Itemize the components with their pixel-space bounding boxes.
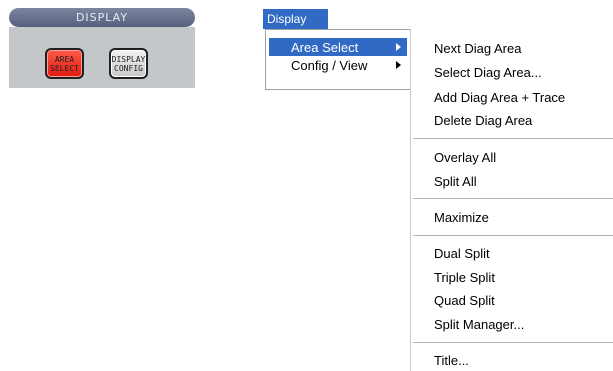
submenu-item-split-all[interactable]: Split All	[434, 171, 477, 191]
menu-display[interactable]: Display	[263, 9, 328, 29]
menu-item-area-select[interactable]: Area Select	[269, 38, 407, 56]
menu-item-config-view[interactable]: Config / View	[269, 56, 407, 74]
submenu-item-quad-split[interactable]: Quad Split	[434, 290, 495, 310]
submenu-item-triple-split[interactable]: Triple Split	[434, 267, 495, 287]
menu-item-label: Config / View	[291, 57, 368, 73]
submenu-item-add-diag-area-trace[interactable]: Add Diag Area + Trace	[434, 87, 565, 107]
submenu-item-next-diag-area[interactable]: Next Diag Area	[434, 38, 521, 58]
submenu-item-dual-split[interactable]: Dual Split	[434, 243, 490, 263]
submenu-item-delete-diag-area[interactable]: Delete Diag Area	[434, 110, 532, 130]
menu-separator	[413, 342, 613, 343]
display-key-panel: AREA SELECT DISPLAY CONFIG	[9, 27, 195, 88]
submenu-arrow-icon	[396, 43, 401, 51]
area-select-submenu: Next Diag Area Select Diag Area... Add D…	[410, 29, 613, 371]
menu-separator	[413, 198, 613, 199]
submenu-arrow-icon	[396, 61, 401, 69]
area-select-key[interactable]: AREA SELECT	[45, 48, 84, 79]
submenu-item-maximize[interactable]: Maximize	[434, 207, 489, 227]
menu-separator	[413, 138, 613, 139]
menu-item-label: Area Select	[291, 39, 359, 55]
menu-separator	[413, 235, 613, 236]
submenu-item-overlay-all[interactable]: Overlay All	[434, 147, 496, 167]
display-panel-header: DISPLAY	[9, 8, 195, 27]
display-config-key[interactable]: DISPLAY CONFIG	[109, 48, 148, 79]
submenu-item-split-manager[interactable]: Split Manager...	[434, 314, 524, 334]
submenu-item-select-diag-area[interactable]: Select Diag Area...	[434, 62, 542, 82]
submenu-item-title[interactable]: Title...	[434, 350, 469, 370]
display-menu: Area Select Config / View	[265, 29, 411, 90]
